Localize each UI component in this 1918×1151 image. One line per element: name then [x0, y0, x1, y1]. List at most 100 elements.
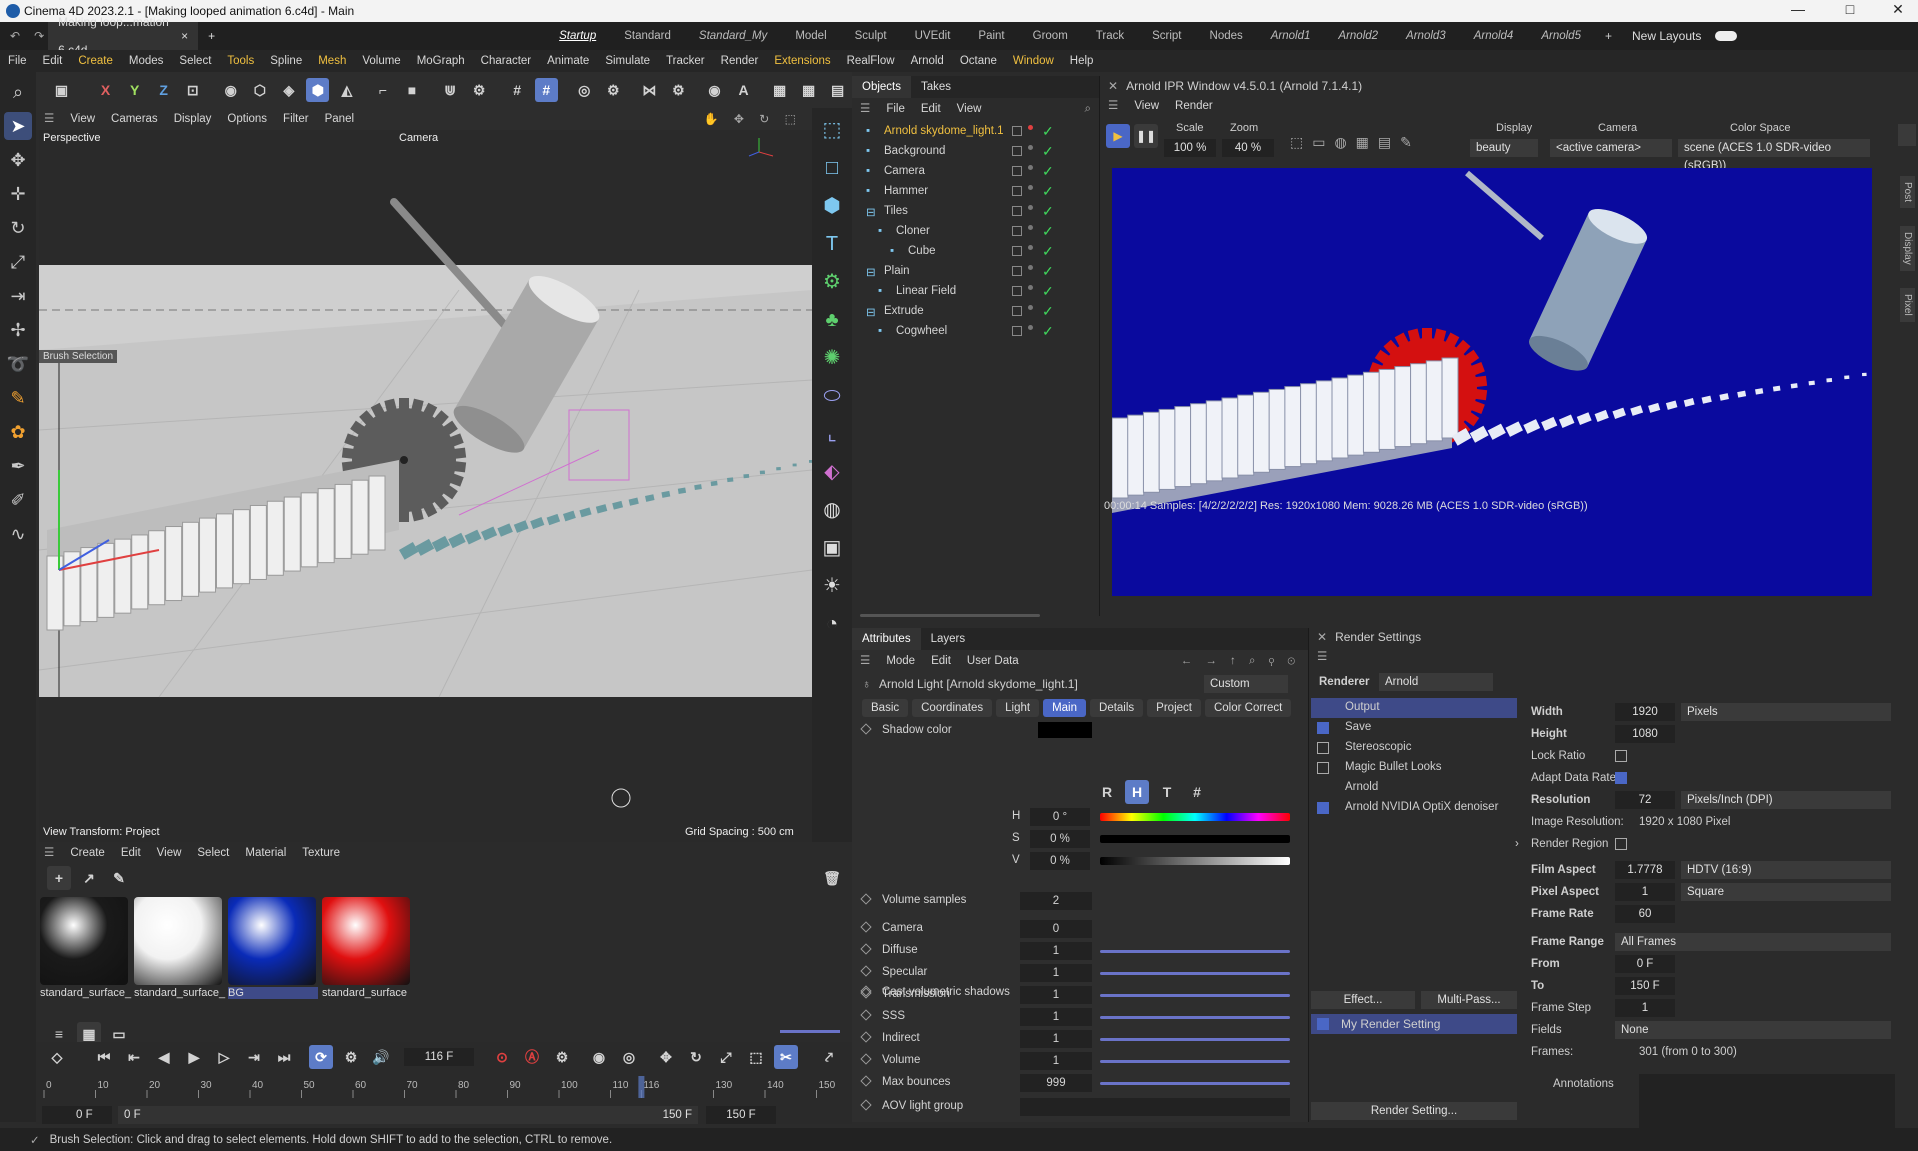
ipr-colorspace-dropdown[interactable]: scene (ACES 1.0 SDR-video (sRGB))	[1678, 139, 1870, 172]
hsv-channel-slider[interactable]	[1100, 835, 1290, 843]
layout-tab[interactable]: Arnold1	[1257, 22, 1325, 50]
viewport-menu-item[interactable]: Display	[166, 108, 220, 130]
hsv-channel-slider[interactable]	[1100, 813, 1290, 821]
object-row[interactable]: ⊟ Tiles ✓	[852, 202, 1099, 222]
hsv-channel-slider[interactable]	[1100, 857, 1290, 865]
eyedropper-icon[interactable]: ✎	[107, 866, 131, 890]
snap-icon[interactable]: ⋓	[439, 78, 462, 102]
tweak-tool-icon[interactable]: ✥	[4, 146, 32, 174]
object-row[interactable]: ▪ Linear Field ✓	[852, 282, 1099, 302]
material-menu-item[interactable]: Create	[62, 842, 113, 864]
play-icon[interactable]: ▶	[182, 1045, 206, 1069]
timeline-ruler[interactable]: 0 10 20 30 40 50 60 70 80 90 100 110 116 130 140 150	[42, 1076, 842, 1102]
attributes-preset-dropdown[interactable]: Custom	[1204, 675, 1288, 693]
pla-key-icon[interactable]: ✂	[774, 1045, 798, 1069]
render-settings-list-item[interactable]: Output	[1311, 698, 1517, 718]
text-object-icon[interactable]: T	[816, 228, 848, 260]
hsv-channel-field[interactable]: 0 %	[1030, 830, 1090, 848]
layout-tab[interactable]: UVEdit	[901, 22, 965, 50]
parameter-slider[interactable]	[1100, 994, 1290, 997]
menu-item[interactable]: RealFlow	[839, 50, 903, 72]
close-tab-icon[interactable]: ×	[181, 22, 188, 50]
material-item[interactable]: standard_surface	[322, 897, 412, 1003]
frame-rate-field[interactable]: 60	[1615, 905, 1675, 923]
edit-tag-icon[interactable]	[1012, 286, 1022, 296]
tab-attributes[interactable]: Attributes	[852, 628, 921, 650]
layout-tab[interactable]: Model	[781, 22, 840, 50]
menu-item[interactable]: Character	[473, 50, 540, 72]
my-render-setting-item[interactable]: My Render Setting	[1311, 1014, 1517, 1034]
z-axis-button[interactable]: Z	[152, 78, 175, 102]
enabled-check-icon[interactable]: ✓	[1042, 243, 1054, 260]
ipr-menu-view[interactable]: View	[1126, 95, 1167, 117]
enabled-check-icon[interactable]: ✓	[1042, 163, 1054, 180]
scene-icon[interactable]: ▣	[816, 532, 848, 564]
parameter-field[interactable]: 1	[1020, 986, 1092, 1004]
symmetry-settings-icon[interactable]: ⚙	[602, 78, 625, 102]
visibility-dot-icon[interactable]	[1028, 245, 1033, 250]
keyframe-diamond-icon[interactable]	[860, 1099, 872, 1111]
move-tool-icon[interactable]: ✛	[4, 180, 32, 208]
paint-tool-icon[interactable]: ✎	[4, 384, 32, 412]
list-item-checkbox[interactable]	[1317, 802, 1329, 814]
mirror-settings-icon[interactable]: ⚙	[667, 78, 690, 102]
key-settings-icon[interactable]: ⚙	[550, 1045, 574, 1069]
menu-item[interactable]: Mesh	[310, 50, 354, 72]
next-frame-icon[interactable]: ▷	[212, 1045, 236, 1069]
object-row[interactable]: ⊟ Extrude ✓	[852, 302, 1099, 322]
render-settings-list-item[interactable]: Arnold NVIDIA OptiX denoiser	[1311, 798, 1517, 818]
keyframe-diamond-icon[interactable]	[860, 1031, 872, 1043]
viewport-menu-item[interactable]: Cameras	[103, 108, 166, 130]
parameter-field[interactable]: 0	[1020, 920, 1092, 938]
viewport-menu-item[interactable]: Options	[219, 108, 275, 130]
edit-tag-icon[interactable]	[1012, 326, 1022, 336]
material-hamburger-icon[interactable]: ☰	[36, 842, 62, 864]
object-mode-icon[interactable]: ⬢	[306, 78, 330, 102]
layout-tab[interactable]: Arnold4	[1460, 22, 1528, 50]
enabled-check-icon[interactable]: ✓	[1042, 143, 1054, 160]
material-zoom-slider[interactable]	[780, 1030, 840, 1033]
current-frame-field[interactable]: 116 F	[404, 1048, 474, 1066]
visibility-dot-icon[interactable]	[1028, 205, 1033, 210]
visibility-dot-icon[interactable]	[1028, 285, 1033, 290]
layout-tab[interactable]: Standard_My	[685, 22, 781, 50]
fcurve-icon[interactable]: ⤤	[817, 1045, 841, 1069]
ipr-side-tab-display[interactable]: Display	[1900, 226, 1915, 271]
layout-tab[interactable]: Nodes	[1196, 22, 1257, 50]
attributes-subtab[interactable]: Main	[1043, 699, 1087, 717]
attributes-subtab[interactable]: Details	[1090, 699, 1144, 717]
visibility-dot-icon[interactable]	[1028, 305, 1033, 310]
enabled-check-icon[interactable]: ✓	[1042, 203, 1054, 220]
enabled-check-icon[interactable]: ✓	[1042, 123, 1054, 140]
objects-search-icon[interactable]: ⌕	[1077, 98, 1099, 120]
pen-tool-icon[interactable]: ✐	[4, 486, 32, 514]
solo-icon[interactable]: ■	[401, 78, 424, 102]
keyframe-diamond-icon[interactable]	[860, 893, 872, 905]
new-layouts-label[interactable]: New Layouts	[1622, 22, 1711, 50]
parameter-field[interactable]: 1	[1020, 1052, 1092, 1070]
timeline-settings-icon[interactable]: ⚙	[339, 1045, 363, 1069]
layout-tab[interactable]: Arnold2	[1324, 22, 1392, 50]
fields-dropdown[interactable]: None	[1615, 1021, 1891, 1039]
visibility-dot-icon[interactable]	[1028, 165, 1033, 170]
tab-takes[interactable]: Takes	[911, 76, 961, 98]
x-axis-button[interactable]: X	[94, 78, 117, 102]
snap-settings-icon[interactable]: ⚙	[468, 78, 491, 102]
record-icon[interactable]: ⊙	[490, 1045, 514, 1069]
edit-render-settings-icon[interactable]: ▤	[826, 78, 849, 102]
add-material-icon[interactable]: +	[47, 866, 71, 890]
undo-icon[interactable]: ↶	[0, 22, 30, 50]
parameter-field[interactable]: 1	[1020, 964, 1092, 982]
menu-item[interactable]: Animate	[539, 50, 597, 72]
perspective-viewport[interactable]: Perspective Camera Brush Selection View …	[39, 130, 812, 842]
material-menu-item[interactable]: Material	[237, 842, 294, 864]
layout-tab[interactable]: Paint	[964, 22, 1018, 50]
render-settings-hamburger-icon[interactable]: ☰	[1309, 646, 1335, 668]
effect-button[interactable]: Effect...	[1311, 991, 1415, 1009]
tab-layers[interactable]: Layers	[921, 628, 976, 650]
transfer-tool-icon[interactable]: ⇥	[4, 282, 32, 310]
rotate-tool-icon[interactable]: ↻	[4, 214, 32, 242]
new-layouts-toggle[interactable]	[1715, 31, 1738, 41]
render-settings-close-icon[interactable]: ✕	[1317, 630, 1327, 644]
trash-icon[interactable]: 🗑	[820, 866, 844, 890]
